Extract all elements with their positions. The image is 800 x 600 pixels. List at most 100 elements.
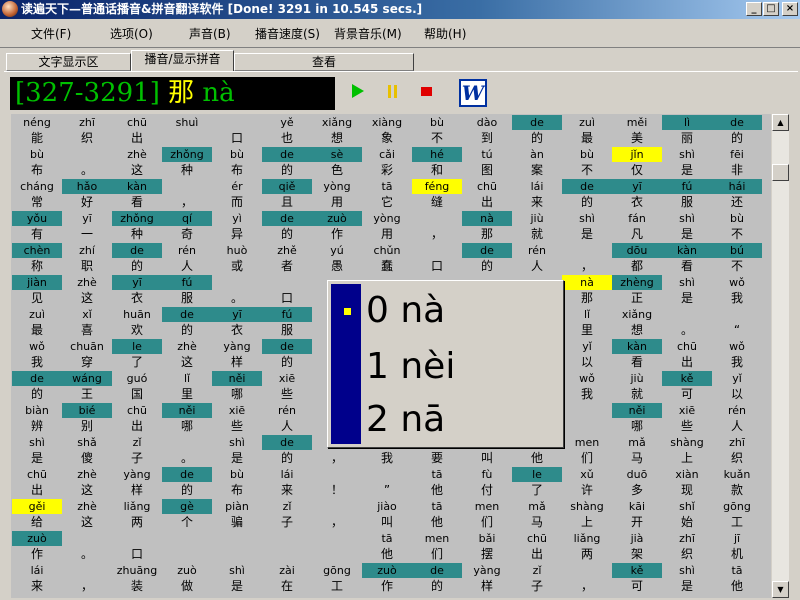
grid-cell[interactable]: duō 多 xyxy=(612,466,662,498)
grid-cell[interactable]: shì 是 xyxy=(212,562,262,594)
grid-cell[interactable]: bié 别 xyxy=(62,402,112,434)
grid-cell[interactable]: lǐ 里 xyxy=(162,370,212,402)
grid-cell[interactable]: de 的 xyxy=(712,114,762,146)
grid-cell[interactable]: shì 是 xyxy=(662,146,712,178)
grid-cell[interactable]: xiǎng 想 xyxy=(312,114,362,146)
grid-cell[interactable]: kāi 开 xyxy=(612,498,662,530)
grid-cell[interactable]: mǎ 马 xyxy=(612,434,662,466)
menu-help[interactable]: 帮助(H) xyxy=(424,25,466,42)
grid-cell[interactable]: bú 不 xyxy=(712,242,762,274)
grid-cell[interactable]: jià 架 xyxy=(612,530,662,562)
grid-cell[interactable]: zhè 这 xyxy=(62,274,112,306)
grid-cell[interactable]: bù 布 xyxy=(212,146,262,178)
grid-cell[interactable]: qí 奇 xyxy=(162,210,212,242)
grid-cell[interactable]: bǎi 摆 xyxy=(462,530,512,562)
grid-cell[interactable]: zhè 这 xyxy=(62,466,112,498)
grid-cell[interactable]: měi 美 xyxy=(612,114,662,146)
grid-cell[interactable]: ， xyxy=(412,210,462,242)
grid-cell[interactable]: lái 来 xyxy=(262,466,312,498)
grid-cell[interactable]: zhè 这 xyxy=(62,498,112,530)
grid-cell[interactable]: zhī 织 xyxy=(662,530,712,562)
menu-speed[interactable]: 播音速度(S) xyxy=(255,25,320,42)
pronunciation-option[interactable]: 1 nèi xyxy=(366,347,455,387)
grid-cell[interactable]: bù 不 xyxy=(562,146,612,178)
grid-cell[interactable]: zuò 作 xyxy=(12,530,62,562)
grid-cell[interactable] xyxy=(162,530,212,562)
grid-cell[interactable]: shì 是 xyxy=(12,434,62,466)
pronunciation-option[interactable]: 0 nà xyxy=(366,291,445,331)
grid-cell[interactable]: zhī 织 xyxy=(712,434,762,466)
menu-bgmusic[interactable]: 背景音乐(M) xyxy=(334,25,402,42)
grid-cell[interactable]: 。 xyxy=(62,146,112,178)
grid-cell[interactable]: rén 人 xyxy=(162,242,212,274)
grid-cell[interactable]: chū 出 xyxy=(512,530,562,562)
grid-cell[interactable] xyxy=(212,530,262,562)
grid-cell[interactable]: cháng 常 xyxy=(12,178,62,210)
grid-cell[interactable]: něi 哪 xyxy=(162,402,212,434)
grid-cell[interactable]: qiě 且 xyxy=(262,178,312,210)
pause-icon[interactable] xyxy=(388,85,397,98)
menu-file[interactable]: 文件(F) xyxy=(31,25,71,42)
menu-options[interactable]: 选项(O) xyxy=(110,25,153,42)
grid-cell[interactable]: zuì 最 xyxy=(562,114,612,146)
grid-cell[interactable]: lái 来 xyxy=(512,178,562,210)
grid-cell[interactable]: 口 xyxy=(112,530,162,562)
grid-cell[interactable]: mǎ 马 xyxy=(512,498,562,530)
grid-cell[interactable]: wáng 王 xyxy=(62,370,112,402)
grid-cell[interactable]: jiù 就 xyxy=(612,370,662,402)
grid-cell[interactable]: sè 色 xyxy=(312,146,362,178)
grid-cell[interactable]: kàn 看 xyxy=(612,338,662,370)
grid-cell[interactable]: le 了 xyxy=(112,338,162,370)
grid-cell[interactable]: tā 他 xyxy=(712,562,762,594)
grid-cell[interactable] xyxy=(262,530,312,562)
tab-pinyin[interactable]: 播音/显示拼音 xyxy=(131,50,234,71)
grid-cell[interactable]: zhě 者 xyxy=(262,242,312,274)
grid-cell[interactable]: men 们 xyxy=(462,498,512,530)
grid-cell[interactable]: kě 可 xyxy=(662,370,712,402)
grid-cell[interactable]: 口 xyxy=(412,242,462,274)
grid-cell[interactable]: tā 他 xyxy=(412,466,462,498)
grid-cell[interactable]: yàng 样 xyxy=(462,562,512,594)
grid-cell[interactable]: yī 衣 xyxy=(612,178,662,210)
grid-cell[interactable]: gè 个 xyxy=(162,498,212,530)
grid-cell[interactable]: gěi 给 xyxy=(12,498,62,530)
grid-cell[interactable]: fú 服 xyxy=(262,306,312,338)
tab-text-display[interactable]: 文字显示区 xyxy=(6,53,131,71)
grid-cell[interactable]: wǒ 我 xyxy=(12,338,62,370)
grid-cell[interactable]: shǐ 始 xyxy=(662,498,712,530)
grid-cell[interactable]: 口 xyxy=(212,114,262,146)
grid-cell[interactable]: biàn 辨 xyxy=(12,402,62,434)
grid-cell[interactable]: shì 是 xyxy=(662,210,712,242)
grid-cell[interactable]: piàn 骗 xyxy=(212,498,262,530)
grid-cell[interactable]: shàng 上 xyxy=(662,434,712,466)
grid-cell[interactable]: ， xyxy=(62,562,112,594)
grid-cell[interactable]: yòng 用 xyxy=(362,210,412,242)
grid-cell[interactable] xyxy=(312,530,362,562)
grid-cell[interactable]: zhí 职 xyxy=(62,242,112,274)
grid-cell[interactable] xyxy=(562,402,612,434)
grid-cell[interactable]: chuān 穿 xyxy=(62,338,112,370)
grid-cell[interactable]: àn 案 xyxy=(512,146,562,178)
grid-cell[interactable]: lǐ 里 xyxy=(562,306,612,338)
grid-cell[interactable]: zuò 作 xyxy=(362,562,412,594)
grid-cell[interactable]: rén 人 xyxy=(512,242,562,274)
grid-cell[interactable]: huān 欢 xyxy=(112,306,162,338)
grid-cell[interactable]: guó 国 xyxy=(112,370,162,402)
grid-cell[interactable]: bù 不 xyxy=(412,114,462,146)
grid-cell[interactable]: ， xyxy=(562,562,612,594)
grid-cell[interactable]: yòng 用 xyxy=(312,178,362,210)
grid-cell[interactable]: cǎi 彩 xyxy=(362,146,412,178)
grid-cell[interactable]: dào 到 xyxy=(462,114,512,146)
grid-cell[interactable]: xǐ 喜 xyxy=(62,306,112,338)
grid-cell[interactable]: bù 布 xyxy=(212,466,262,498)
grid-cell[interactable]: jǐn 仅 xyxy=(612,146,662,178)
grid-cell[interactable]: zuò 作 xyxy=(312,210,362,242)
grid-cell[interactable]: néng 能 xyxy=(12,114,62,146)
grid-cell[interactable]: zuì 最 xyxy=(12,306,62,338)
grid-cell[interactable]: de 的 xyxy=(262,146,312,178)
grid-cell[interactable]: féng 缝 xyxy=(412,178,462,210)
grid-cell[interactable]: 。 xyxy=(662,306,712,338)
scroll-thumb[interactable] xyxy=(772,164,789,181)
grid-cell[interactable]: zǐ 子 xyxy=(262,498,312,530)
grid-cell[interactable]: ！ xyxy=(312,466,362,498)
